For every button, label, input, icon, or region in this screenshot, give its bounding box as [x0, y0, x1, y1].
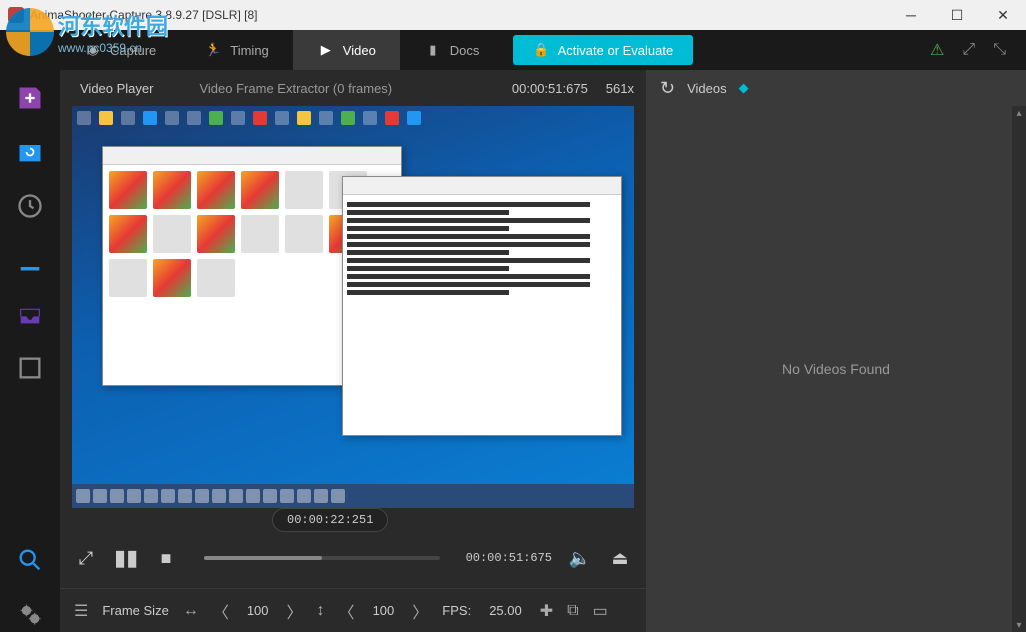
scroll-up-icon[interactable]: ▴ [1012, 106, 1026, 120]
player-controls: ⤢ ▮▮ ■ 00:00:51:675 🔈 ⏏ [60, 528, 646, 588]
document-icon: ▮ [424, 41, 442, 59]
tab-video[interactable]: ▶ Video [293, 30, 400, 70]
cube-icon[interactable]: ◆ [739, 80, 749, 96]
width-decrease-button[interactable]: 〈 [213, 599, 229, 623]
activate-label: Activate or Evaluate [558, 43, 674, 58]
scroll-down-icon[interactable]: ▾ [1012, 618, 1026, 632]
timecode-bubble: 00:00:22:251 [272, 508, 388, 532]
main-tabbar: ◉ Capture 🏃 Timing ▶ Video ▮ Docs 🔒 Acti… [0, 30, 1026, 70]
window-title: AnimaShooter Capture 3.8.9.27 [DSLR] [8] [30, 8, 257, 22]
duration-label: 00:00:51:675 [466, 551, 552, 565]
scrollbar[interactable]: ▴ ▾ [1012, 106, 1026, 632]
width-increase-button[interactable]: 〉 [287, 599, 303, 623]
inbox-icon[interactable] [12, 296, 48, 332]
height-increase-button[interactable]: 〉 [412, 599, 428, 623]
empty-state-text: No Videos Found [782, 361, 890, 377]
minimize-button[interactable]: ─ [888, 0, 934, 30]
videos-list: No Videos Found ▴ ▾ [646, 106, 1026, 632]
videos-panel-header: ↻ Videos ◆ [646, 70, 1026, 106]
height-arrows-icon: ↕ [317, 602, 325, 620]
frame-icon[interactable] [12, 350, 48, 386]
left-sidebar [0, 70, 60, 632]
pause-button[interactable]: ▮▮ [114, 545, 138, 571]
app-icon [8, 7, 24, 23]
maximize-button[interactable]: ☐ [934, 0, 980, 30]
dimensions-display: 561x [606, 81, 634, 96]
refresh-icon[interactable]: ↻ [660, 78, 675, 99]
video-content [72, 106, 634, 508]
fps-value: 25.00 [485, 603, 526, 618]
volume-icon[interactable]: 🔈 [568, 548, 592, 569]
timecode-display: 00:00:51:675 [512, 81, 588, 96]
tab-timing-label: Timing [230, 43, 269, 58]
frame-size-label: Frame Size [102, 603, 168, 618]
titlebar: AnimaShooter Capture 3.8.9.27 [DSLR] [8]… [0, 0, 1026, 30]
warning-icon[interactable]: ⚠ [930, 40, 944, 60]
width-arrows-icon: ↔ [183, 602, 199, 620]
seek-slider[interactable] [204, 556, 440, 560]
activate-button[interactable]: 🔒 Activate or Evaluate [513, 35, 693, 65]
clock-icon[interactable] [12, 188, 48, 224]
tab-timing[interactable]: 🏃 Timing [180, 30, 293, 70]
video-preview[interactable]: 00:00:22:251 [72, 106, 634, 508]
height-decrease-button[interactable]: 〈 [339, 599, 355, 623]
fps-label: FPS: [442, 603, 471, 618]
stop-button[interactable]: ■ [154, 548, 178, 569]
expand-diag-icon[interactable]: ⤢ [962, 41, 975, 59]
videos-label: Videos [687, 81, 727, 96]
tab-docs[interactable]: ▮ Docs [400, 30, 504, 70]
subtab-player[interactable]: Video Player [72, 77, 161, 100]
tab-capture[interactable]: ◉ Capture [60, 30, 180, 70]
center-panel: Video Player Video Frame Extractor (0 fr… [60, 70, 646, 632]
crop-icon[interactable]: ▭ [593, 601, 608, 621]
width-value: 100 [243, 603, 273, 618]
download-icon[interactable] [12, 242, 48, 278]
settings-icon[interactable] [12, 596, 48, 632]
eject-button[interactable]: ⏏ [608, 548, 632, 569]
videos-panel: ↻ Videos ◆ No Videos Found ▴ ▾ [646, 70, 1026, 632]
lock-icon: 🔒 [533, 42, 549, 58]
running-icon: 🏃 [204, 41, 222, 59]
camera-icon: ◉ [84, 41, 102, 59]
window-controls: ─ ☐ ✕ [888, 0, 1026, 30]
crosshair-icon[interactable]: ✚ [540, 601, 553, 621]
fullscreen-icon[interactable]: ⤡ [993, 41, 1006, 59]
sliders-icon[interactable]: ☰ [74, 601, 88, 621]
main-content: Video Player Video Frame Extractor (0 fr… [0, 70, 1026, 632]
refresh-folder-icon[interactable] [12, 134, 48, 170]
subtab-extractor[interactable]: Video Frame Extractor (0 frames) [191, 77, 400, 100]
resize-handle-icon[interactable]: ⤢ [74, 548, 98, 569]
close-button[interactable]: ✕ [980, 0, 1026, 30]
tab-docs-label: Docs [450, 43, 480, 58]
play-icon: ▶ [317, 41, 335, 59]
add-project-icon[interactable] [12, 80, 48, 116]
height-value: 100 [369, 603, 399, 618]
tab-capture-label: Capture [110, 43, 156, 58]
bottom-toolbar: ☰ Frame Size ↔ 〈 100 〉 ↕ 〈 100 〉 FPS: 25… [60, 588, 646, 632]
tab-video-label: Video [343, 43, 376, 58]
sub-tabbar: Video Player Video Frame Extractor (0 fr… [60, 70, 646, 106]
search-icon[interactable] [12, 542, 48, 578]
copy-icon[interactable]: ⧉ [567, 602, 578, 620]
